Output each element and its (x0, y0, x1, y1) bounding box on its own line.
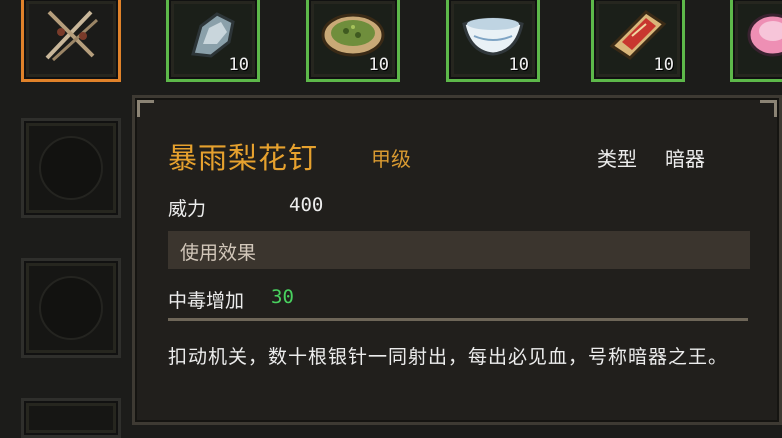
pink-cake-icon (746, 9, 782, 63)
inventory-slot[interactable] (730, 0, 782, 82)
effect-label: 中毒增加 (168, 290, 245, 312)
inventory-slot[interactable]: 10 (166, 0, 260, 82)
item-count: 10 (368, 55, 389, 75)
power-value: 400 (289, 194, 324, 216)
item-count: 10 (653, 55, 674, 75)
item-type-label: 类型 (597, 147, 637, 171)
effect-value: 30 (271, 286, 294, 308)
item-type-value: 暗器 (665, 147, 705, 171)
inventory-slot[interactable]: 10 (306, 0, 400, 82)
effect-section-header: 使用效果 (168, 231, 750, 269)
crossed-needles-icon (39, 2, 103, 70)
empty-slot-circle (39, 276, 103, 340)
item-grade: 甲级 (371, 147, 411, 171)
tooltip-corner (137, 100, 154, 117)
item-tooltip: 暴雨梨花钉 甲级 类型 暗器 威力 400 使用效果 中毒增加 30 扣动机关，… (132, 95, 782, 425)
inventory-slot-empty[interactable] (21, 258, 121, 358)
item-count: 10 (228, 55, 249, 75)
item-description: 扣动机关，数十根银针一同射出，每出必见血，号称暗器之王。 (168, 346, 729, 368)
item-name: 暴雨梨花钉 (168, 141, 319, 175)
item-count: 10 (508, 55, 529, 75)
inventory-slot-empty[interactable] (21, 118, 121, 218)
inventory-slot[interactable]: 10 (446, 0, 540, 82)
inventory-slot-selected[interactable] (21, 0, 121, 82)
inventory-slot-empty[interactable] (21, 398, 121, 438)
power-label: 威力 (168, 198, 207, 220)
empty-slot-circle (39, 136, 103, 200)
inventory-slot[interactable]: 10 (591, 0, 685, 82)
effect-section-title: 使用效果 (180, 242, 257, 264)
tooltip-corner (760, 100, 777, 117)
porcelain-bowl-icon (460, 10, 526, 62)
tooltip-divider (168, 318, 748, 321)
